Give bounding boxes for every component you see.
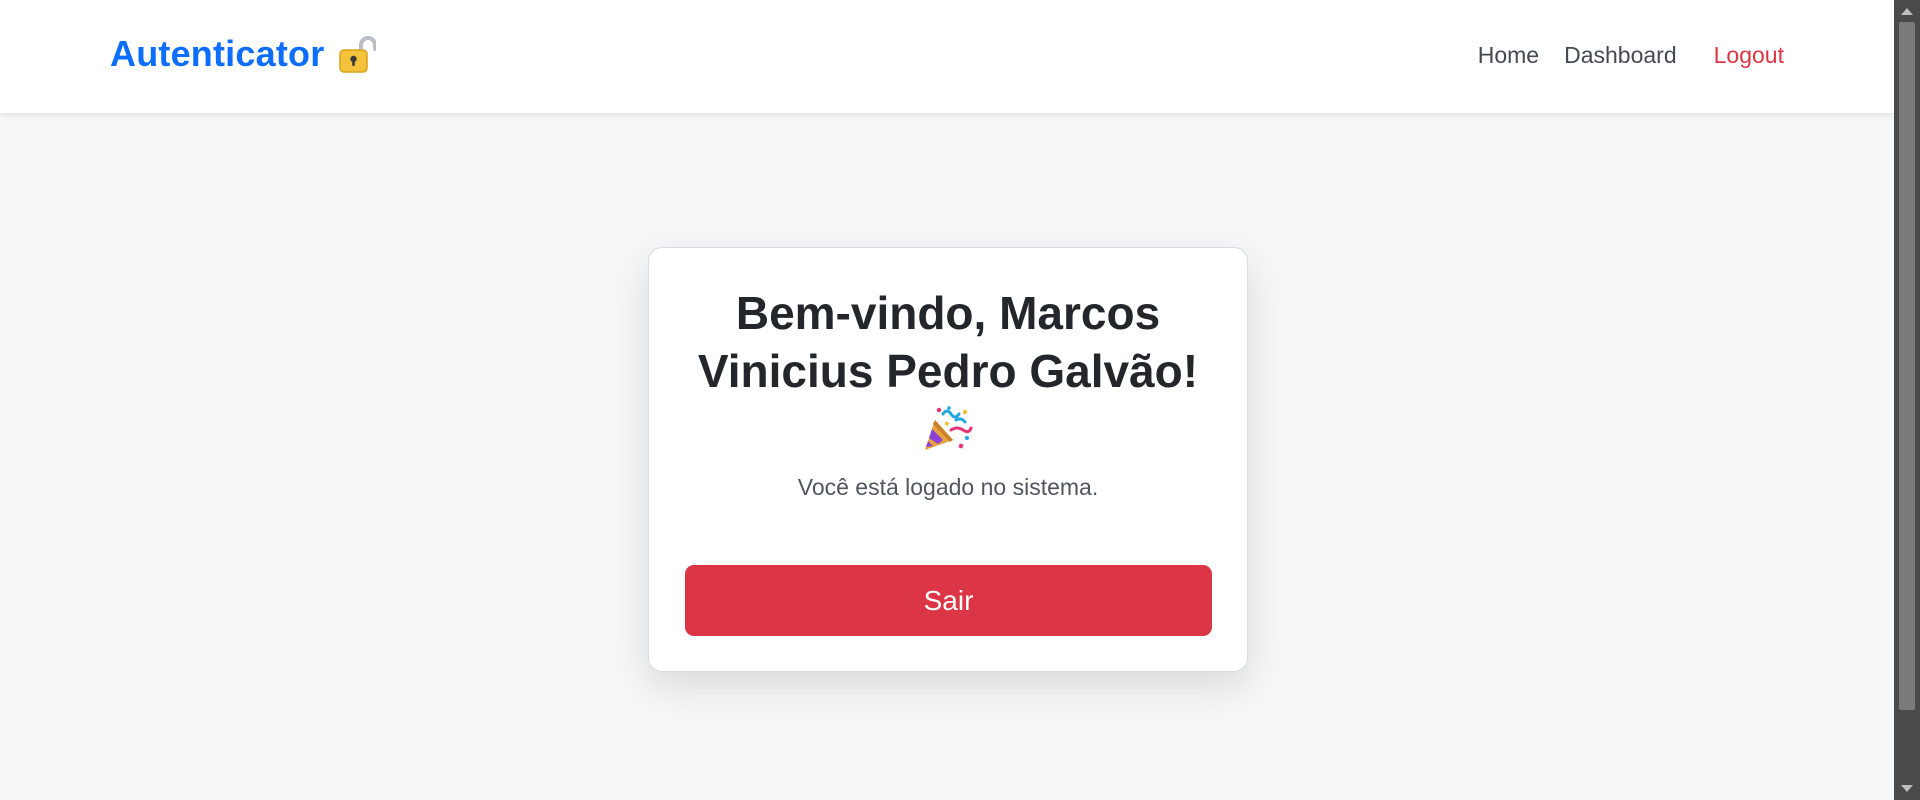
lock-icon xyxy=(339,36,377,73)
login-status-text: Você está logado no sistema. xyxy=(797,474,1099,500)
nav-links: Home Dashboard Logout xyxy=(1478,42,1784,69)
welcome-title: Bem-vindo, Marcos Vinicius Pedro Galvão! xyxy=(697,287,1199,397)
nav-dashboard-link[interactable]: Dashboard xyxy=(1564,42,1677,69)
welcome-card: Bem-vindo, Marcos Vinicius Pedro Galvão!… xyxy=(648,247,1248,672)
brand-name: Autenticator xyxy=(110,33,325,74)
top-navbar: Autenticator Home Dashboard Logout xyxy=(0,0,1894,114)
nav-logout-link[interactable]: Logout xyxy=(1714,42,1784,69)
scroll-down-icon[interactable] xyxy=(1901,785,1913,792)
scroll-thumb[interactable] xyxy=(1899,22,1915,710)
scroll-up-icon[interactable] xyxy=(1901,8,1913,15)
vertical-scrollbar[interactable] xyxy=(1894,0,1920,800)
page: Autenticator Home Dashboard Logout Bem-v… xyxy=(0,0,1920,800)
sair-button[interactable]: Sair xyxy=(685,565,1212,636)
nav-home-link[interactable]: Home xyxy=(1478,42,1539,69)
brand-link[interactable]: Autenticator xyxy=(110,33,377,75)
party-popper-icon xyxy=(925,406,973,450)
